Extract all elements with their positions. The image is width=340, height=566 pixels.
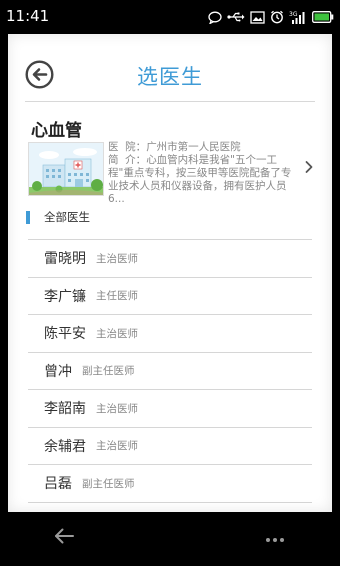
doctor-name: 陈平安: [44, 326, 86, 343]
doctor-row[interactable]: 吕磊 副主任医师: [28, 465, 312, 503]
doctor-name: 李广镰: [44, 288, 86, 305]
hospital-label: 医 院：: [108, 141, 147, 153]
doctor-list: 雷晓明 主治医师 李广镰 主任医师 陈平安 主治医师 曾冲 副主任医师 李韶南 …: [28, 240, 312, 503]
navigation-bar: [0, 512, 340, 566]
status-icons: 3G: [208, 8, 334, 26]
chevron-right-icon[interactable]: [304, 160, 314, 174]
doctor-row[interactable]: 余辅君 主治医师: [28, 428, 312, 465]
doctor-name: 曾冲: [44, 363, 72, 380]
image-icon: [250, 10, 265, 24]
department-name: 心血管: [31, 121, 82, 141]
doctor-title: 副主任医师: [82, 477, 135, 490]
alarm-icon: [271, 10, 283, 24]
more-dots-icon[interactable]: [265, 537, 285, 543]
chat-bubble-icon: [208, 11, 222, 24]
doctor-title: 主治医师: [96, 402, 138, 415]
doctor-title: 主治医师: [96, 252, 138, 265]
section-header: 全部医生: [26, 209, 90, 225]
doctor-row[interactable]: 李广镰 主任医师: [28, 278, 312, 315]
header: 选医生: [8, 34, 332, 102]
doctor-name: 余辅君: [44, 438, 86, 455]
department-info[interactable]: 医 院： 广州市第一人民医院 简 介：心血管内科是我省"五个一工程"重点专科，按…: [108, 141, 298, 206]
hospital-row: 医 院： 广州市第一人民医院: [108, 141, 298, 154]
doctor-title: 副主任医师: [82, 365, 135, 378]
usb-icon: [227, 12, 245, 22]
doctor-title: 主治医师: [96, 440, 138, 453]
svg-text:3G: 3G: [289, 11, 298, 18]
nav-back-icon[interactable]: [53, 527, 75, 545]
header-divider: [25, 101, 315, 102]
page-title: 选医生: [137, 65, 203, 89]
battery-icon: [312, 11, 334, 23]
intro-block: 简 介：心血管内科是我省"五个一工程"重点专科，按三级甲等医院配备了专业技术人员…: [108, 154, 298, 206]
hospital-name: 广州市第一人民医院: [146, 141, 241, 153]
doctor-row[interactable]: 曾冲 副主任医师: [28, 353, 312, 390]
doctor-title: 主任医师: [96, 290, 138, 303]
doctor-row[interactable]: 陈平安 主治医师: [28, 315, 312, 353]
doctor-name: 李韶南: [44, 401, 86, 418]
doctor-row[interactable]: 雷晓明 主治医师: [28, 240, 312, 278]
signal-icon: 3G: [289, 11, 305, 24]
doctor-name: 雷晓明: [44, 251, 86, 268]
section-accent-bar: [26, 210, 30, 224]
status-bar: 11:41 3G: [0, 0, 340, 34]
intro-label: 简 介：: [108, 154, 147, 166]
section-label: 全部医生: [44, 210, 90, 224]
doctor-title: 主治医师: [96, 327, 138, 340]
status-time: 11:41: [6, 7, 50, 25]
doctor-name: 吕磊: [44, 476, 72, 493]
hospital-illustration: [29, 143, 103, 195]
hospital-image[interactable]: [28, 142, 104, 196]
doctor-row[interactable]: 李韶南 主治医师: [28, 390, 312, 428]
app-screen: 选医生 心血管 医 院： 广州市第一人民医院 简 介：心血管内科是我省"五个一工…: [8, 34, 332, 512]
